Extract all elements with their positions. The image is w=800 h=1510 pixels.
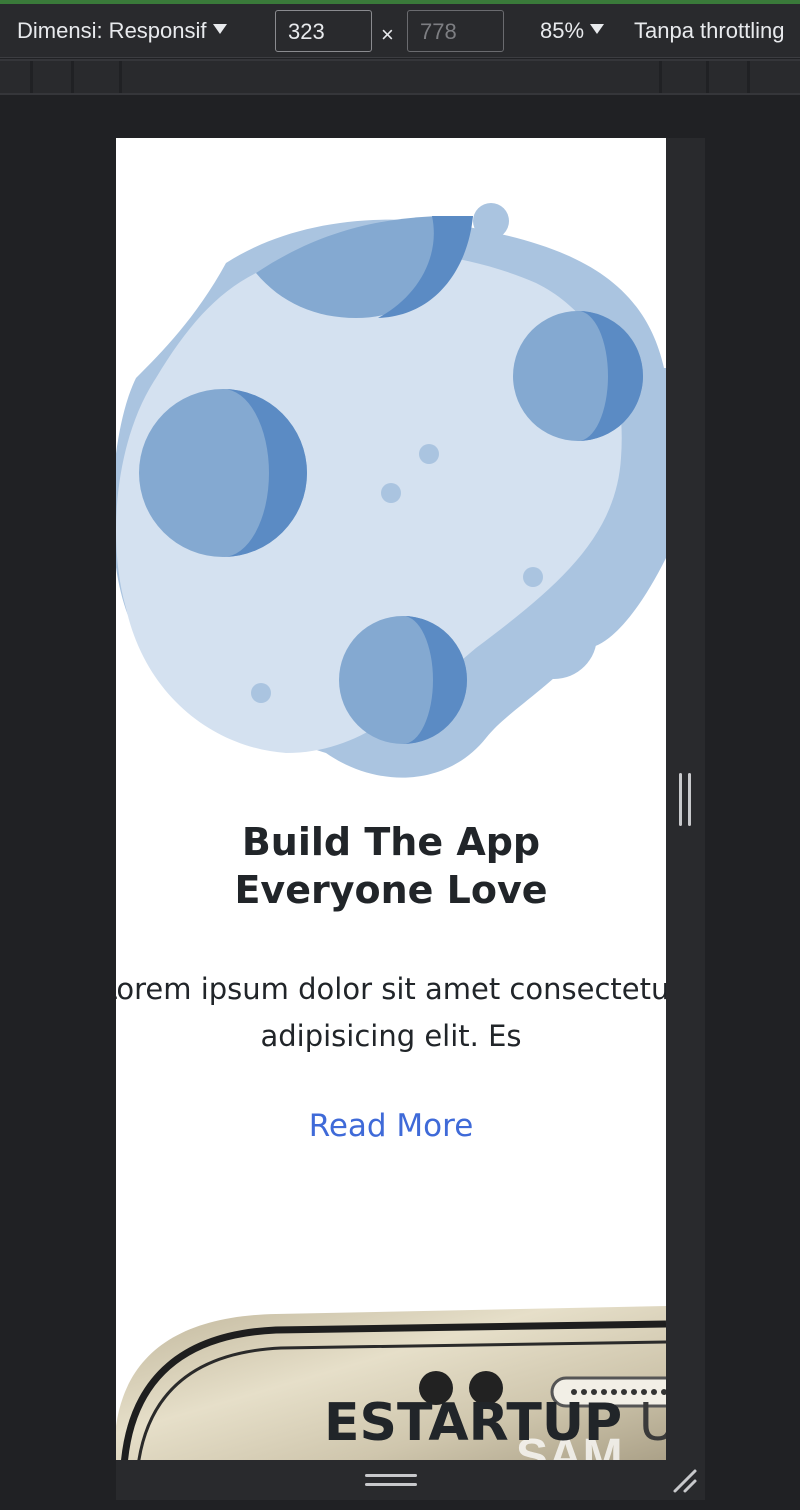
media-query-segment[interactable] [74, 61, 119, 93]
corner-resize-icon[interactable] [672, 1466, 698, 1494]
media-query-bar[interactable] [0, 59, 800, 95]
page-title: Build The App Everyone Love [234, 820, 548, 912]
media-query-segment[interactable] [122, 61, 659, 93]
dimension-separator: × [381, 22, 394, 47]
brand-logo: ESTARTUP UI [324, 1393, 666, 1453]
horizontal-grip-icon[interactable] [365, 1474, 417, 1488]
zoom-dropdown[interactable]: 85% [540, 18, 605, 44]
chevron-down-icon [212, 24, 227, 34]
dimension-dropdown[interactable]: Dimensi: Responsif [17, 18, 227, 44]
mobile-page-viewport[interactable]: Build The App Everyone Love Lorem ipsum … [116, 138, 666, 1460]
device-toolbar: Dimensi: Responsif 323 × 778 85% Tanpa t… [0, 4, 800, 58]
brand-name-light: UI [638, 1393, 666, 1453]
media-query-segment[interactable] [0, 61, 30, 93]
vertical-grip-icon[interactable] [679, 773, 693, 826]
media-query-segment[interactable] [709, 61, 747, 93]
width-input[interactable]: 323 [275, 10, 372, 52]
height-input[interactable]: 778 [407, 10, 504, 52]
zoom-label: 85% [540, 18, 585, 43]
media-query-segment[interactable] [662, 61, 706, 93]
media-query-segment[interactable] [750, 61, 800, 93]
chevron-down-icon [590, 24, 605, 34]
throttling-dropdown[interactable]: Tanpa throttling [634, 18, 784, 44]
media-query-segment[interactable] [33, 61, 71, 93]
brand-name-bold: ESTARTUP [324, 1393, 623, 1453]
dimension-label: Dimensi: Responsif [17, 18, 207, 43]
intro-paragraph: Lorem ipsum dolor sit amet consectetur a… [116, 972, 666, 1053]
planet-illustration [116, 203, 666, 778]
read-more-link[interactable]: Read More [116, 1108, 666, 1144]
